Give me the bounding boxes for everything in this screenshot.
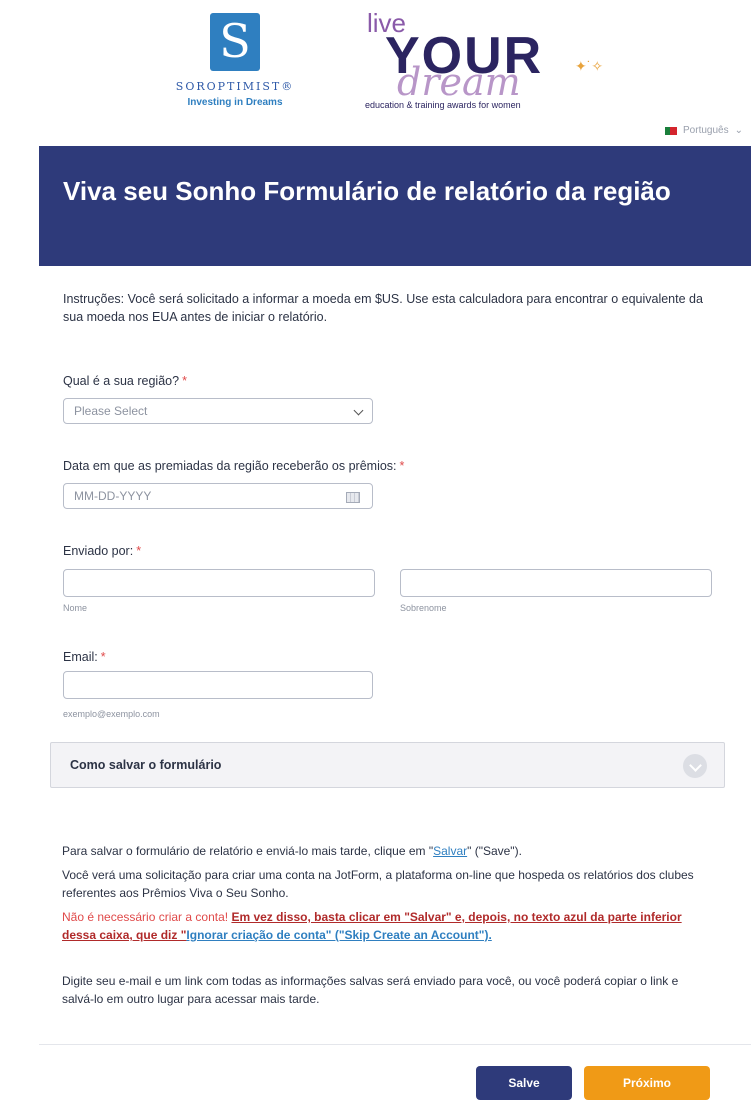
form-card: Instruções: Você será solicitado a infor… <box>39 266 751 1106</box>
save-instructions-collapse[interactable]: Como salvar o formulário <box>50 742 725 788</box>
date-placeholder: MM-DD-YYYY <box>74 489 152 503</box>
soroptimist-logo: S SOROPTIMIST® Investing in Dreams <box>160 10 310 110</box>
region-select[interactable]: Please Select <box>63 398 373 424</box>
page-title: Viva seu Sonho Formulário de relatório d… <box>63 176 671 206</box>
soroptimist-emblem-icon: S <box>210 13 260 71</box>
first-name-sublabel: Nome <box>63 603 88 613</box>
lyd-dream-text: dream <box>397 60 521 104</box>
footer-divider <box>39 1044 751 1045</box>
required-mark: * <box>100 650 106 664</box>
save-link[interactable]: Salvar <box>433 844 467 858</box>
language-label: Português <box>683 125 729 136</box>
calendar-icon[interactable] <box>346 492 360 503</box>
form-header: Viva seu Sonho Formulário de relatório d… <box>39 146 751 266</box>
last-name-sublabel: Sobrenome <box>400 603 447 613</box>
date-label: Data em que as premiadas da região receb… <box>63 459 405 473</box>
chevron-down-icon[interactable] <box>683 754 707 778</box>
portugal-flag-icon <box>665 126 678 135</box>
skip-account-link[interactable]: Ignorar criação de conta" ("Skip Create … <box>186 928 491 942</box>
email-label: Email: * <box>63 650 106 664</box>
chevron-down-icon <box>353 405 364 416</box>
stars-icon: ✦˙✧ <box>575 58 604 74</box>
first-name-input[interactable] <box>63 569 375 597</box>
last-name-input[interactable] <box>400 569 712 597</box>
date-input[interactable]: MM-DD-YYYY <box>63 483 373 509</box>
instructions-text: Instruções: Você será solicitado a infor… <box>63 292 703 324</box>
region-select-value: Please Select <box>74 404 148 418</box>
region-label: Qual é a sua região? * <box>63 374 187 388</box>
soroptimist-tagline: Investing in Dreams <box>187 97 283 108</box>
next-button[interactable]: Próximo <box>584 1066 710 1100</box>
language-selector[interactable]: Português ⌄ <box>665 125 743 136</box>
required-mark: * <box>136 544 142 558</box>
email-input[interactable] <box>63 671 373 699</box>
sent-by-label: Enviado por: * <box>63 544 142 558</box>
account-info-paragraph: Você verá uma solicitação para criar uma… <box>62 868 694 900</box>
required-mark: * <box>182 374 187 388</box>
email-link-paragraph: Digite seu e-mail e um link com todas as… <box>62 974 679 1006</box>
save-button[interactable]: Salve <box>476 1066 572 1100</box>
save-info-paragraph: Para salvar o formulário de relatório e … <box>62 844 522 858</box>
lyd-tagline: education & training awards for women <box>365 100 521 110</box>
required-mark: * <box>399 459 405 473</box>
live-your-dream-logo: live YOUR dream ✦˙✧ education & training… <box>345 8 615 116</box>
soroptimist-name: SOROPTIMIST® <box>175 80 295 93</box>
no-account-paragraph: Não é necessário criar a conta! Em vez d… <box>62 910 682 942</box>
logos-area: S SOROPTIMIST® Investing in Dreams live … <box>0 0 751 120</box>
email-sublabel: exemplo@exemplo.com <box>63 709 160 719</box>
chevron-down-icon: ⌄ <box>734 125 743 136</box>
collapse-title: Como salvar o formulário <box>70 758 222 772</box>
